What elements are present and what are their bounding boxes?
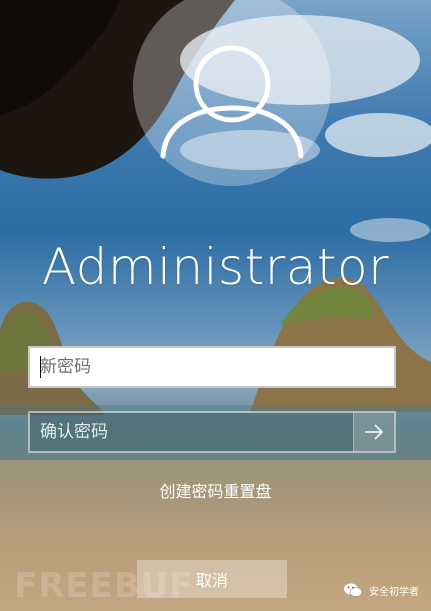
wechat-icon xyxy=(343,582,363,598)
account-name: 安全初学者 xyxy=(369,586,419,598)
brand-watermark: FREEBUF xyxy=(14,566,194,606)
confirm-password-input[interactable] xyxy=(30,413,355,451)
new-password-input[interactable] xyxy=(30,348,394,386)
submit-button[interactable] xyxy=(353,413,394,451)
arrow-right-icon xyxy=(365,424,384,440)
username-label: Administrator xyxy=(41,238,390,296)
user-avatar-icon xyxy=(160,45,304,159)
user-avatar xyxy=(133,0,331,186)
confirm-password-field[interactable] xyxy=(28,411,396,453)
create-reset-disk-link[interactable]: 创建密码重置盘 xyxy=(0,478,431,502)
account-watermark: 安全初学者 xyxy=(343,582,419,598)
new-password-field[interactable] xyxy=(28,346,396,388)
text-caret xyxy=(40,356,41,378)
